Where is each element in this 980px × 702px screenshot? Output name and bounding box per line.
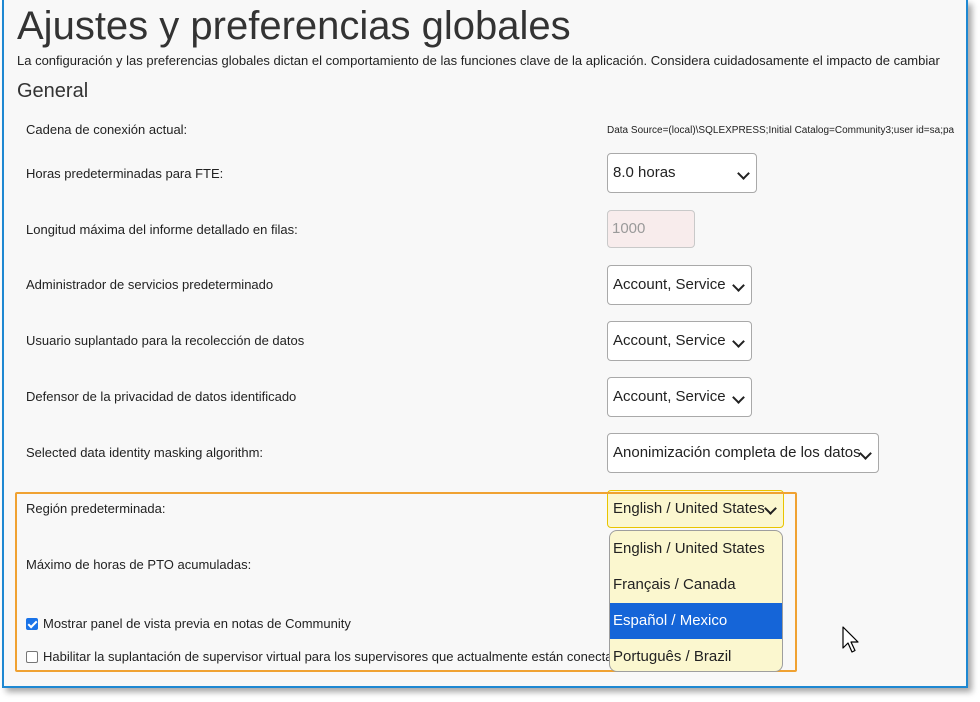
chevron-down-icon [732,335,745,348]
show-preview-label: Mostrar panel de vista previa en notas d… [43,616,351,631]
masking-algorithm-select[interactable]: Anonimización completa de los datos [607,433,879,473]
max-report-rows-input: 1000 [607,210,695,248]
fte-hours-label: Horas predeterminadas para FTE: [26,166,224,181]
region-option[interactable]: Português / Brazil [610,639,782,671]
virtual-supervisor-label: Habilitar la suplantación de supervisor … [43,649,634,664]
region-option[interactable]: Français / Canada [610,567,782,603]
default-region-value: English / United States [613,500,765,517]
chevron-down-icon [764,502,777,515]
masking-algorithm-label: Selected data identity masking algorithm… [26,445,264,460]
page-title: Ajustes y preferencias globales [17,4,571,48]
region-dropdown-list[interactable]: English / United States Français / Canad… [609,530,783,672]
impersonated-user-select[interactable]: Account, Service [607,321,752,361]
service-admin-label: Administrador de servicios predeterminad… [26,277,274,292]
default-region-label: Región predeterminada: [26,501,166,516]
default-region-select[interactable]: English / United States [607,490,784,528]
fte-hours-value: 8.0 horas [613,164,676,181]
max-report-rows-label: Longitud máxima del informe detallado en… [26,222,298,237]
masking-algorithm-value: Anonimización completa de los datos [613,444,861,461]
chevron-down-icon [737,167,750,180]
privacy-advocate-select[interactable]: Account, Service [607,377,752,417]
region-option-highlighted[interactable]: Español / Mexico [610,603,782,639]
show-preview-row[interactable]: Mostrar panel de vista previa en notas d… [26,616,351,632]
chevron-down-icon [732,391,745,404]
settings-panel: Ajustes y preferencias globales La confi… [2,0,968,688]
section-title: General [17,80,89,102]
fte-hours-select[interactable]: 8.0 horas [607,153,757,193]
chevron-down-icon [859,447,872,460]
connection-string-label: Cadena de conexión actual: [26,122,188,137]
connection-string-value: Data Source=(local)\SQLEXPRESS;Initial C… [607,125,955,136]
service-admin-value: Account, Service [613,276,726,293]
max-pto-label: Máximo de horas de PTO acumuladas: [26,557,252,572]
region-option[interactable]: English / United States [610,531,782,567]
service-admin-select[interactable]: Account, Service [607,265,752,305]
privacy-advocate-value: Account, Service [613,388,726,405]
chevron-down-icon [732,279,745,292]
impersonated-user-value: Account, Service [613,332,726,349]
privacy-advocate-label: Defensor de la privacidad de datos ident… [26,389,297,404]
virtual-supervisor-checkbox[interactable] [26,651,38,663]
virtual-supervisor-row[interactable]: Habilitar la suplantación de supervisor … [26,649,633,665]
mouse-pointer-icon [842,626,859,653]
page-description: La configuración y las preferencias glob… [17,53,940,68]
show-preview-checkbox[interactable] [26,618,38,630]
impersonated-user-label: Usuario suplantado para la recolección d… [26,333,305,348]
